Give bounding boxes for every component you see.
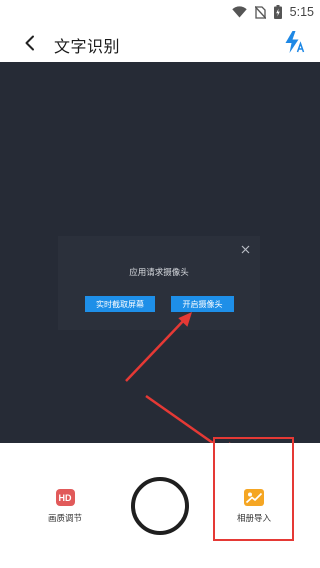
album-import-button[interactable]: 相册导入 <box>219 489 289 524</box>
album-import-label: 相册导入 <box>236 514 271 524</box>
bottom-toolbar: HD 画质调节 相册导入 <box>0 437 320 568</box>
album-icon <box>244 489 264 506</box>
back-button[interactable] <box>18 31 42 55</box>
hd-icon: HD <box>55 489 75 506</box>
capture-screen-button[interactable]: 实时截取屏幕 <box>85 296 155 312</box>
app-bar: 文字识别 <box>0 24 320 62</box>
permission-dialog: 应用请求摄像头 实时截取屏幕 开启摄像头 <box>58 236 260 330</box>
status-time: 5:15 <box>289 5 314 19</box>
status-bar: 5:15 <box>0 0 320 24</box>
page-title: 文字识别 <box>54 37 121 56</box>
quality-adjust-label: 画质调节 <box>47 514 82 524</box>
wifi-icon <box>231 6 247 18</box>
back-icon <box>25 35 34 51</box>
open-camera-button[interactable]: 开启摄像头 <box>171 296 234 312</box>
flash-auto-icon <box>285 31 305 53</box>
flash-button[interactable] <box>282 29 308 55</box>
no-sim-icon <box>254 5 266 19</box>
dialog-message: 应用请求摄像头 <box>129 268 189 278</box>
battery-icon <box>273 5 282 19</box>
status-icons: 5:15 <box>231 3 314 21</box>
shutter-button[interactable] <box>131 477 189 535</box>
close-icon <box>241 245 249 253</box>
dialog-close-button[interactable] <box>238 242 252 256</box>
quality-adjust-button[interactable]: HD 画质调节 <box>30 489 100 524</box>
